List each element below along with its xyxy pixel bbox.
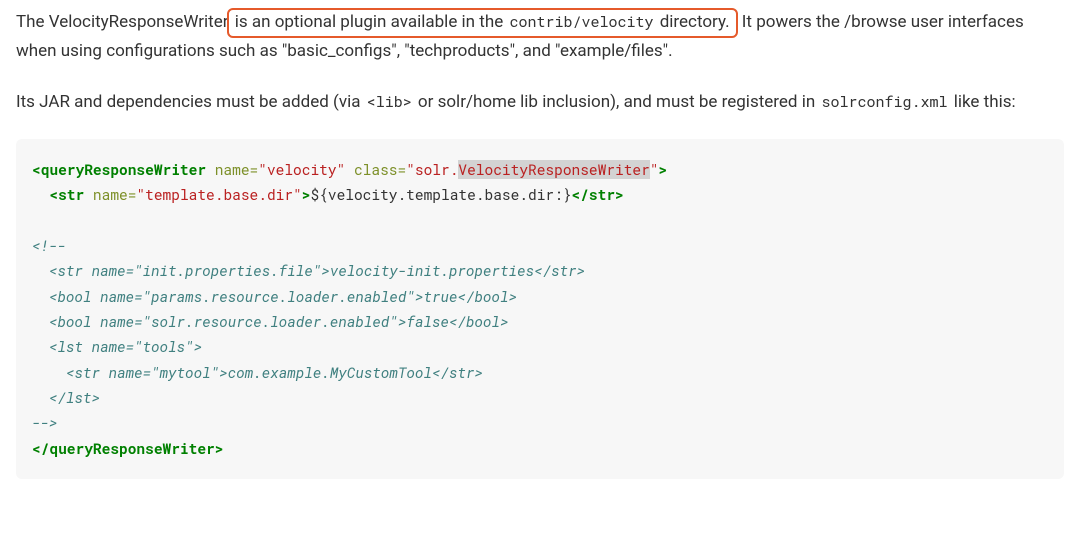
xml-tag: <str: [49, 185, 84, 204]
xml-tag: <queryResponseWriter: [32, 160, 206, 179]
xml-comment-line: <str name="init.properties.file">velocit…: [32, 261, 585, 280]
xml-comment-line: <lst name="tools">: [32, 337, 202, 356]
xml-comment-line: </lst>: [32, 388, 100, 407]
xml-code-block: <queryResponseWriter name="velocity" cla…: [16, 139, 1064, 480]
xml-attr-name: name=: [206, 160, 258, 179]
xml-comment-line: <bool name="solr.resource.loader.enabled…: [32, 312, 509, 331]
xml-comment-line: <bool name="params.resource.loader.enabl…: [32, 287, 517, 306]
xml-text: ${velocity.template.base.dir:}: [310, 185, 571, 204]
xml-attr-val-highlighted: VelocityResponseWriter: [458, 160, 649, 179]
indent: [32, 185, 49, 204]
text-fragment: is an optional plugin available in the: [231, 12, 508, 32]
xml-comment-open: <!--: [32, 236, 66, 255]
text-fragment: like this:: [950, 92, 1016, 112]
text-fragment: or solr/home lib inclusion), and must be…: [414, 92, 820, 112]
text-fragment: Its JAR and dependencies must be added (…: [16, 92, 365, 112]
xml-tag: </str>: [572, 185, 624, 204]
xml-attr-val: "solr.: [406, 160, 458, 179]
inline-code: contrib/velocity: [507, 12, 655, 32]
intro-paragraph-2: Its JAR and dependencies must be added (…: [16, 88, 1064, 117]
xml-tag: </queryResponseWriter>: [32, 439, 223, 458]
inline-code: <lib>: [365, 92, 414, 112]
xml-tag: >: [659, 160, 668, 179]
intro-paragraph-1: The VelocityResponseWriter is an optiona…: [16, 8, 1064, 66]
xml-attr-val: "template.base.dir": [136, 185, 301, 204]
inline-code: solrconfig.xml: [819, 92, 949, 112]
highlight-annotation: is an optional plugin available in the c…: [227, 8, 738, 38]
xml-comment-close: -->: [32, 413, 58, 432]
xml-attr-name: class=: [345, 160, 406, 179]
text-fragment: The VelocityResponseWriter: [16, 12, 229, 32]
xml-comment-line: <str name="mytool">com.example.MyCustomT…: [32, 363, 483, 382]
xml-attr-name: name=: [84, 185, 136, 204]
xml-attr-val: "velocity": [258, 160, 345, 179]
xml-attr-val: ": [650, 160, 659, 179]
text-fragment: directory.: [655, 12, 729, 32]
